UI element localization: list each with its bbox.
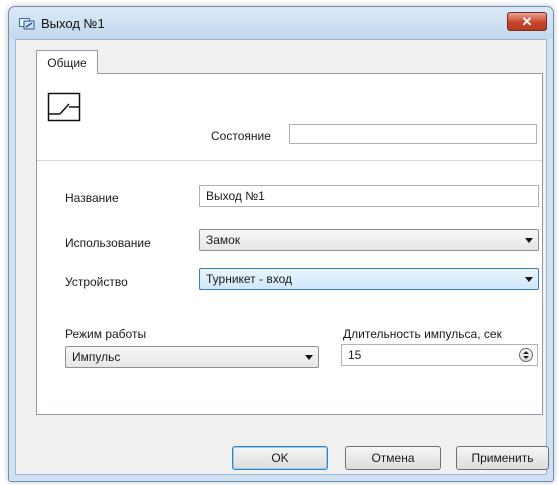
separator <box>37 160 542 161</box>
chevron-down-icon <box>525 277 533 282</box>
relay-output-icon <box>19 18 35 30</box>
title-bar[interactable]: Выход №1 ✕ <box>9 7 553 39</box>
window-title: Выход №1 <box>41 16 105 31</box>
pulse-duration-input[interactable]: 15 <box>341 344 538 366</box>
usage-select[interactable]: Замок <box>199 229 539 251</box>
mode-label: Режим работы <box>65 327 147 341</box>
spin-updown-icon[interactable] <box>519 348 533 362</box>
dialog-client-area: Общие Состояние Название Выход №1 Исполь… <box>15 39 549 475</box>
name-label: Название <box>65 191 119 205</box>
device-select[interactable]: Турникет - вход <box>199 268 539 290</box>
cancel-button[interactable]: Отмена <box>345 446 441 470</box>
apply-button[interactable]: Применить <box>456 446 549 470</box>
pulse-duration-label: Длительность импульса, сек <box>343 327 502 341</box>
name-input[interactable]: Выход №1 <box>199 185 539 207</box>
chevron-down-icon <box>305 355 313 360</box>
chevron-down-icon <box>525 238 533 243</box>
state-label: Состояние <box>211 129 271 143</box>
general-tab-panel: Состояние Название Выход №1 Использовани… <box>36 73 543 415</box>
usage-select-value: Замок <box>206 233 241 247</box>
close-icon: ✕ <box>521 14 533 29</box>
state-field <box>289 124 537 144</box>
tab-general-label: Общие <box>47 55 87 70</box>
device-label: Устройство <box>65 275 128 289</box>
usage-label: Использование <box>65 236 151 250</box>
device-select-value: Турникет - вход <box>206 272 292 286</box>
close-button[interactable]: ✕ <box>507 12 547 31</box>
ok-button[interactable]: OK <box>232 446 328 470</box>
mode-select[interactable]: Импульс <box>65 346 319 368</box>
dialog-window: Выход №1 ✕ Общие Состояние Название Выхо… <box>8 6 554 482</box>
mode-select-value: Импульс <box>72 350 121 364</box>
pulse-duration-value: 15 <box>348 348 362 362</box>
tab-general[interactable]: Общие <box>36 50 98 74</box>
switch-symbol-icon <box>47 92 81 122</box>
